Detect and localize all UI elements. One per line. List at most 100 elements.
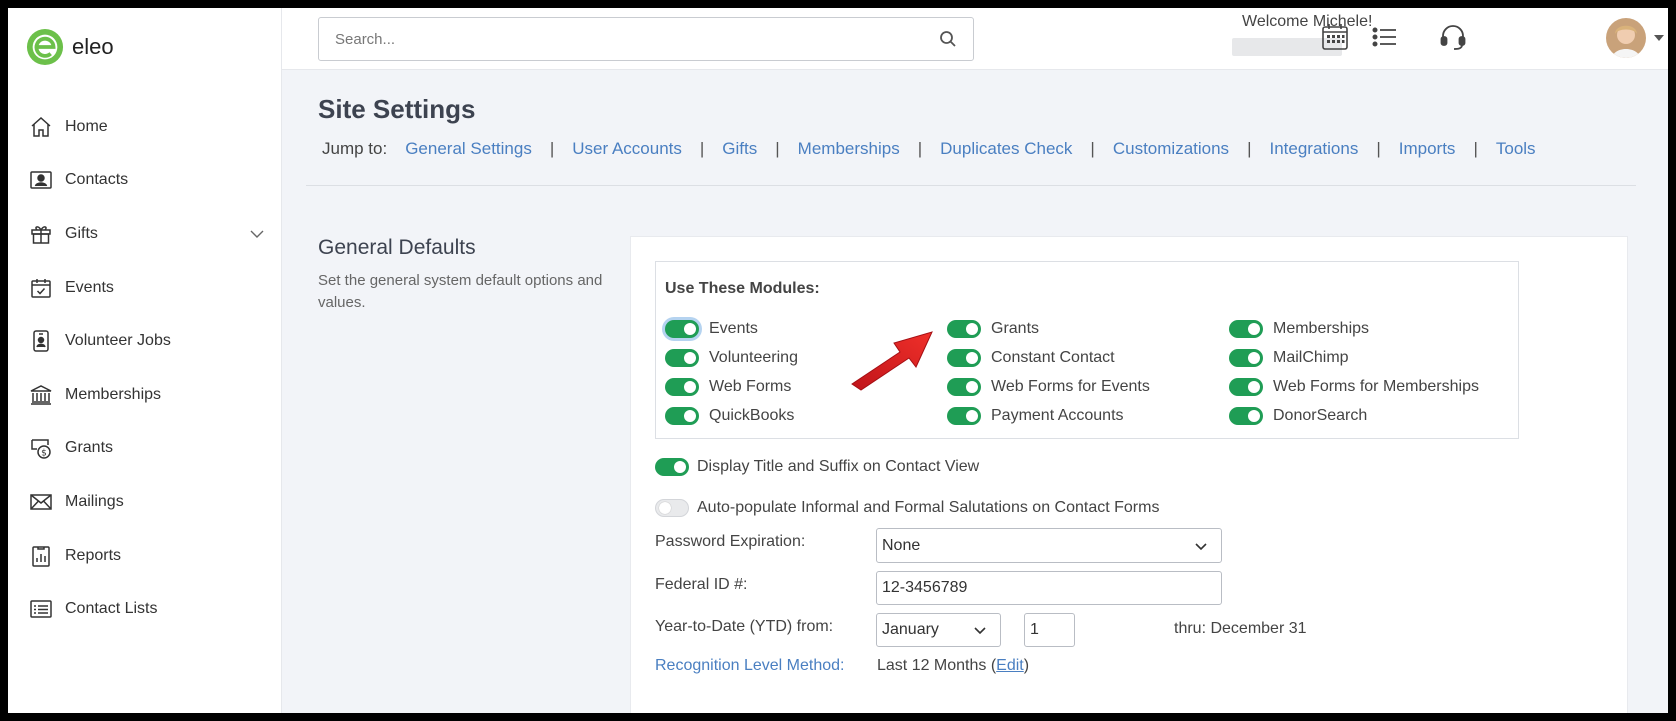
module-events[interactable]: Events xyxy=(665,318,758,340)
chevron-down-icon[interactable] xyxy=(250,227,264,241)
jump-link-duplicates-check[interactable]: Duplicates Check xyxy=(940,139,1072,159)
sidebar-item-memberships[interactable]: Memberships xyxy=(8,368,282,422)
sidebar-item-label: Volunteer Jobs xyxy=(65,332,171,350)
module-toggle[interactable] xyxy=(947,378,981,396)
jump-link-general-settings[interactable]: General Settings xyxy=(405,139,532,159)
section-title: General Defaults xyxy=(318,236,476,259)
separator: | xyxy=(1376,139,1381,158)
module-web-forms-for-memberships[interactable]: Web Forms for Memberships xyxy=(1229,376,1479,398)
report-icon xyxy=(28,543,54,569)
separator: | xyxy=(775,139,780,158)
display-title-toggle[interactable] xyxy=(655,458,689,476)
sidebar-item-label: Events xyxy=(65,278,114,296)
module-toggle[interactable] xyxy=(1229,407,1263,425)
sidebar-item-home[interactable]: Home xyxy=(8,100,282,154)
sidebar-item-events[interactable]: Events xyxy=(8,261,282,315)
general-defaults-card: Use These Modules: Events Volunteering W… xyxy=(630,236,1628,713)
module-constant-contact[interactable]: Constant Contact xyxy=(947,347,1115,369)
module-web-forms-for-events[interactable]: Web Forms for Events xyxy=(947,376,1150,398)
search-input[interactable] xyxy=(319,18,939,60)
password-expiration-select[interactable]: None xyxy=(876,528,1222,563)
search-icon[interactable] xyxy=(939,30,957,48)
list-icon xyxy=(28,596,54,622)
federal-id-field[interactable]: 12-3456789 xyxy=(876,571,1222,605)
sidebar-item-label: Mailings xyxy=(65,492,124,510)
module-toggle[interactable] xyxy=(1229,320,1263,338)
module-volunteering[interactable]: Volunteering xyxy=(665,347,798,369)
select-value: None xyxy=(882,536,921,554)
separator: | xyxy=(917,139,923,158)
user-photo-icon xyxy=(1606,18,1646,58)
eleo-logo-icon xyxy=(26,28,64,66)
select-value: January xyxy=(882,621,939,638)
divider xyxy=(306,185,1636,186)
page-title: Site Settings xyxy=(318,94,476,124)
svg-text:$: $ xyxy=(41,449,47,459)
institution-icon xyxy=(28,382,54,408)
jump-link-customizations[interactable]: Customizations xyxy=(1113,139,1229,159)
auto-populate-toggle[interactable] xyxy=(655,499,689,517)
sidebar-item-label: Contacts xyxy=(65,171,129,189)
annotation-arrow-icon xyxy=(851,331,933,391)
jump-label: Jump to: xyxy=(322,139,388,158)
jump-link-gifts[interactable]: Gifts xyxy=(722,139,757,159)
jump-link-memberships[interactable]: Memberships xyxy=(798,139,900,159)
sidebar-item-mailings[interactable]: Mailings xyxy=(8,475,282,529)
module-web-forms[interactable]: Web Forms xyxy=(665,376,791,398)
sidebar-item-label: Memberships xyxy=(65,385,162,403)
jump-link-integrations[interactable]: Integrations xyxy=(1269,139,1358,159)
module-label: Web Forms xyxy=(709,378,792,395)
sidebar-item-contact-lists[interactable]: Contact Lists xyxy=(8,582,282,636)
jump-link-user-accounts[interactable]: User Accounts xyxy=(572,139,682,159)
ytd-day-field[interactable]: 1 xyxy=(1024,613,1075,647)
module-toggle[interactable] xyxy=(665,407,699,425)
chevron-down-icon xyxy=(1195,542,1207,550)
sidebar-item-reports[interactable]: Reports xyxy=(8,529,282,583)
auto-populate-option[interactable]: Auto-populate Informal and Formal Saluta… xyxy=(655,499,1159,517)
module-toggle[interactable] xyxy=(947,349,981,367)
module-label: DonorSearch xyxy=(1273,407,1368,424)
sidebar-item-label: Grants xyxy=(65,439,114,457)
module-label: QuickBooks xyxy=(709,407,795,424)
avatar[interactable] xyxy=(1606,18,1646,58)
display-title-option[interactable]: Display Title and Suffix on Contact View xyxy=(655,458,979,476)
headset-icon[interactable] xyxy=(1438,22,1468,52)
sidebar-item-label: Contact Lists xyxy=(65,600,158,618)
module-quickbooks[interactable]: QuickBooks xyxy=(665,405,794,427)
sidebar-item-gifts[interactable]: Gifts xyxy=(8,207,282,261)
search-box xyxy=(318,17,974,61)
option-label: Auto-populate Informal and Formal Saluta… xyxy=(697,499,1160,516)
caret-down-icon[interactable] xyxy=(1654,33,1664,43)
module-payment-accounts[interactable]: Payment Accounts xyxy=(947,405,1124,427)
separator: | xyxy=(549,139,555,158)
separator: | xyxy=(699,139,705,158)
sidebar: eleo Home Contacts Gifts Events Voluntee… xyxy=(8,8,282,713)
recognition-value-close: ) xyxy=(1023,657,1030,674)
jump-link-tools[interactable]: Tools xyxy=(1496,139,1536,159)
module-toggle[interactable] xyxy=(947,320,981,338)
contact-card-icon xyxy=(28,167,54,193)
module-toggle[interactable] xyxy=(1229,378,1263,396)
module-toggle[interactable] xyxy=(947,407,981,425)
module-mailchimp[interactable]: MailChimp xyxy=(1229,347,1349,369)
recognition-edit-link[interactable]: Edit xyxy=(996,657,1024,674)
module-toggle[interactable] xyxy=(665,349,699,367)
module-toggle[interactable] xyxy=(665,320,699,338)
app-window: eleo Home Contacts Gifts Events Voluntee… xyxy=(8,8,1668,713)
sidebar-item-contacts[interactable]: Contacts xyxy=(8,154,282,208)
ytd-month-select[interactable]: January xyxy=(876,613,1001,647)
logo[interactable]: eleo xyxy=(26,28,114,66)
task-list-icon[interactable] xyxy=(1370,22,1400,52)
sidebar-item-volunteer-jobs[interactable]: Volunteer Jobs xyxy=(8,314,282,368)
module-toggle[interactable] xyxy=(665,378,699,396)
recognition-level-link[interactable]: Recognition Level Method: xyxy=(655,657,844,675)
jump-link-imports[interactable]: Imports xyxy=(1399,139,1456,159)
module-donorsearch[interactable]: DonorSearch xyxy=(1229,405,1367,427)
module-grants[interactable]: Grants xyxy=(947,318,1039,340)
module-memberships[interactable]: Memberships xyxy=(1229,318,1369,340)
sidebar-item-grants[interactable]: $ Grants xyxy=(8,422,282,476)
module-toggle[interactable] xyxy=(1229,349,1263,367)
calendar-icon[interactable] xyxy=(1320,22,1350,52)
module-label: Web Forms for Memberships xyxy=(1273,378,1479,395)
sidebar-nav: Home Contacts Gifts Events Volunteer Job… xyxy=(8,100,282,636)
